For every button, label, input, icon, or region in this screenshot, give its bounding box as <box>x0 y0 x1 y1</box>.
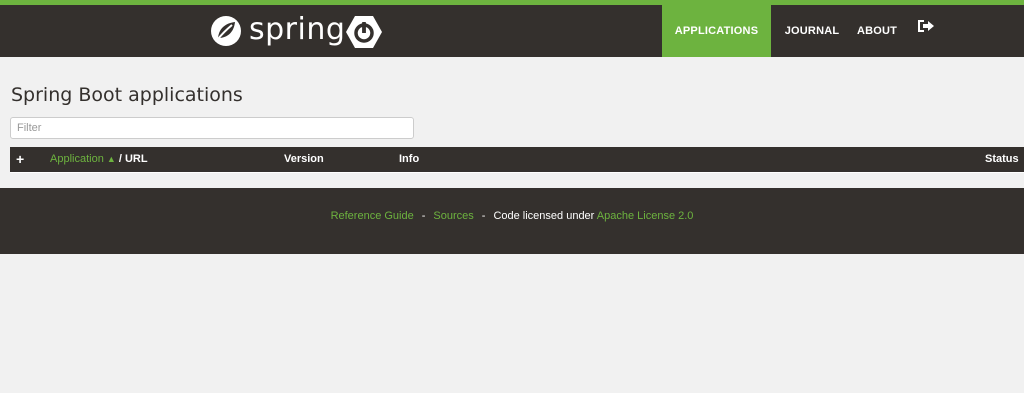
spring-leaf-icon <box>211 16 241 46</box>
sort-by-application[interactable]: Application ▲ <box>50 153 116 165</box>
filter-input[interactable] <box>10 117 414 139</box>
main-nav: APPLICATIONS JOURNAL ABOUT <box>662 5 951 57</box>
logout-button[interactable] <box>901 5 951 57</box>
reference-guide-link[interactable]: Reference Guide <box>331 210 414 222</box>
nav-about[interactable]: ABOUT <box>853 5 901 57</box>
column-info: Info <box>399 153 420 165</box>
footer-separator: - <box>481 210 486 222</box>
column-url-label: / URL <box>115 153 148 165</box>
navbar: spring APPLICATIONS JOURNAL ABOUT <box>0 5 1024 57</box>
sources-link[interactable]: Sources <box>433 210 473 222</box>
logo-text: spring <box>249 11 346 47</box>
sort-ascending-icon: ▲ <box>106 154 116 164</box>
column-application-url: Application ▲ / URL <box>50 147 148 172</box>
footer: Reference Guide - Sources - Code licensed un… <box>0 188 1024 254</box>
applications-table-body <box>10 172 1024 173</box>
column-status: Status <box>985 153 1019 165</box>
column-application-label: Application <box>50 153 104 165</box>
add-application-icon[interactable]: + <box>16 147 24 172</box>
page-title: Spring Boot applications <box>11 84 243 106</box>
applications-table-header: + Application ▲ / URL Version Info Statu… <box>10 147 1024 172</box>
nav-applications[interactable]: APPLICATIONS <box>662 5 771 57</box>
sign-out-icon <box>918 20 934 32</box>
footer-links: Reference Guide - Sources - Code licensed un… <box>0 210 1024 222</box>
apache-license-link[interactable]: Apache License 2.0 <box>597 210 694 222</box>
column-version: Version <box>284 153 324 165</box>
spring-boot-power-icon <box>346 16 382 48</box>
license-text: Code licensed under <box>493 210 597 222</box>
footer-separator: - <box>421 210 426 222</box>
spring-logo[interactable]: spring <box>209 11 346 49</box>
nav-journal[interactable]: JOURNAL <box>771 5 853 57</box>
